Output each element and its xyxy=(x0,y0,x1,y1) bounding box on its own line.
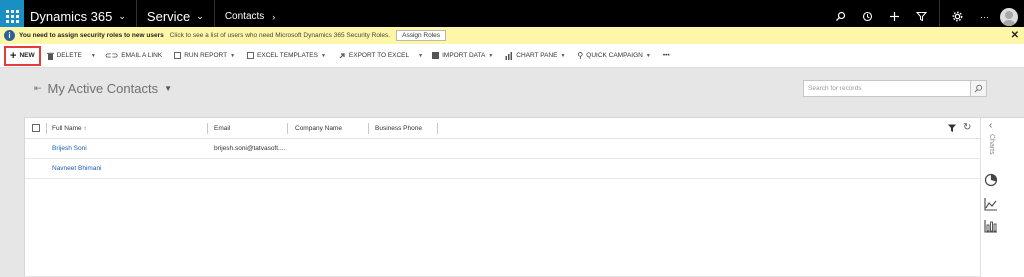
waffle-icon xyxy=(5,10,19,23)
view-title: My Active Contacts xyxy=(47,81,159,96)
trash-icon xyxy=(46,52,54,60)
table-row[interactable]: Navneet Bhimani xyxy=(25,159,980,179)
campaign-icon: ⚲ xyxy=(577,51,584,60)
chart-pane-button[interactable]: CHART PANE ▼ xyxy=(499,44,571,68)
quick-campaign-label: QUICK CAMPAIGN xyxy=(586,52,643,59)
plus-icon: + xyxy=(10,49,17,62)
grid-header: Full Name ↑ Email Company Name Business … xyxy=(25,118,980,139)
excel-icon xyxy=(247,52,255,59)
column-email[interactable]: Email xyxy=(214,118,230,139)
chevron-down-icon[interactable]: ▼ xyxy=(415,53,426,59)
email-link-button[interactable]: ⊂⊃ EMAIL A LINK xyxy=(99,44,168,68)
close-icon[interactable]: ✕ xyxy=(1011,30,1019,41)
new-button[interactable]: + NEW xyxy=(4,45,41,66)
column-business-phone[interactable]: Business Phone xyxy=(375,118,422,139)
refresh-icon[interactable]: ↻ xyxy=(963,122,971,133)
chevron-down-icon: ▼ xyxy=(645,52,651,59)
filter-icon[interactable] xyxy=(948,124,956,134)
command-bar: + NEW DELETE ▼ ⊂⊃ EMAIL A LINK RUN REPOR… xyxy=(0,44,1024,68)
report-icon xyxy=(174,52,182,59)
delete-label: DELETE xyxy=(56,52,82,59)
chevron-down-icon: ▼ xyxy=(230,52,236,59)
quick-campaign-button[interactable]: ⚲ QUICK CAMPAIGN ▼ xyxy=(571,44,656,68)
chevron-down-icon[interactable]: ▼ xyxy=(88,53,99,59)
table-row[interactable]: Brijesh Soni brijesh.soni@tatvasoft.... xyxy=(25,139,980,159)
notification-title: You need to assign security roles to new… xyxy=(19,32,164,39)
delete-button[interactable]: DELETE xyxy=(41,44,88,68)
excel-templates-label: EXCEL TEMPLATES xyxy=(257,52,318,59)
chevron-down-icon: ▼ xyxy=(560,52,566,59)
chevron-down-icon: ▼ xyxy=(488,52,494,59)
chevron-down-icon: ⌄ xyxy=(196,11,204,21)
email-link-label: EMAIL A LINK xyxy=(121,52,163,59)
chevron-left-icon[interactable]: ‹ xyxy=(989,120,992,131)
export-excel-label: EXPORT TO EXCEL xyxy=(348,52,410,59)
chart-side-pane: ‹ Charts xyxy=(980,118,1024,277)
avatar[interactable] xyxy=(1000,7,1018,26)
breadcrumb-contacts: Contacts xyxy=(224,11,265,22)
more-icon: ••• xyxy=(662,52,670,59)
import-data-label: IMPORT DATA xyxy=(442,52,486,59)
run-report-label: RUN REPORT xyxy=(184,52,228,59)
select-all-checkbox[interactable] xyxy=(32,124,40,132)
import-icon xyxy=(432,52,440,59)
area-label: Service xyxy=(146,9,191,24)
import-data-button[interactable]: IMPORT DATA ▼ xyxy=(426,44,499,68)
pie-chart-icon[interactable] xyxy=(984,173,998,187)
more-commands-button[interactable]: ••• xyxy=(657,44,676,68)
export-excel-button[interactable]: EXPORT TO EXCEL xyxy=(332,44,415,68)
column-full-name[interactable]: Full Name ↑ xyxy=(52,118,87,139)
pin-icon[interactable]: ⇤ xyxy=(34,83,42,94)
bar-chart-icon[interactable] xyxy=(984,219,998,233)
chevron-right-icon: › xyxy=(272,11,276,22)
view-header: ⇤ My Active Contacts ▼ xyxy=(0,68,1024,116)
app-title: Dynamics 365 xyxy=(30,9,113,24)
assign-roles-button[interactable]: Assign Roles xyxy=(396,30,447,41)
chevron-down-icon: ⌄ xyxy=(118,11,126,21)
area-chart-icon[interactable] xyxy=(984,197,998,211)
search-box xyxy=(803,80,987,97)
export-icon xyxy=(339,52,345,58)
search-input[interactable] xyxy=(804,85,970,92)
charts-label[interactable]: Charts xyxy=(988,134,995,155)
excel-templates-button[interactable]: EXCEL TEMPLATES ▼ xyxy=(241,44,332,68)
new-label: NEW xyxy=(19,52,35,59)
notification-bar: i You need to assign security roles to n… xyxy=(0,27,1024,44)
contact-email: brijesh.soni@tatvasoft.... xyxy=(214,145,286,152)
chart-icon xyxy=(505,51,513,60)
chevron-down-icon: ▼ xyxy=(164,84,173,93)
records-grid: Full Name ↑ Email Company Name Business … xyxy=(24,117,1024,277)
run-report-button[interactable]: RUN REPORT ▼ xyxy=(168,44,241,68)
link-icon: ⊂⊃ xyxy=(104,51,119,60)
info-icon: i xyxy=(4,30,15,41)
chart-pane-label: CHART PANE xyxy=(516,52,558,59)
chevron-down-icon: ▼ xyxy=(320,52,326,59)
column-company-name[interactable]: Company Name xyxy=(295,118,342,139)
contact-name-link[interactable]: Brijesh Soni xyxy=(52,145,87,152)
view-selector[interactable]: ⇤ My Active Contacts ▼ xyxy=(34,81,172,96)
search-icon[interactable] xyxy=(970,81,986,96)
contact-name-link[interactable]: Navneet Bhimani xyxy=(52,165,102,172)
notification-link[interactable]: Click to see a list of users who need Mi… xyxy=(170,32,390,39)
